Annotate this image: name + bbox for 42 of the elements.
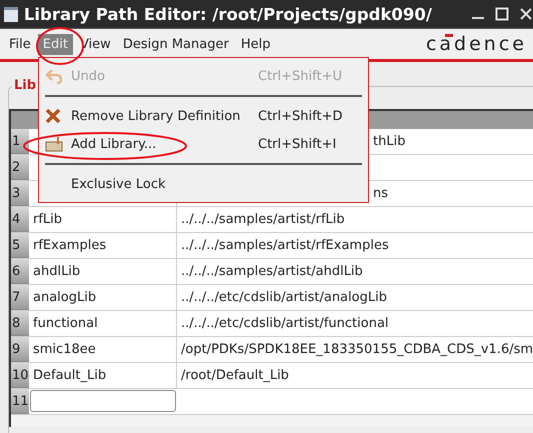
menu-item[interactable]: Design Manager [118, 34, 234, 54]
row-number: 4 [11, 207, 29, 232]
row-number: 1 [11, 129, 29, 154]
row-number: 10 [11, 363, 29, 388]
row-number: 3 [11, 181, 29, 206]
window-title: Library Path Editor: /root/Projects/gpdk090/ [24, 4, 433, 24]
row-number: 2 [11, 155, 29, 180]
table-cell: ../../../samples/artist/ahdlLib [181, 264, 363, 279]
menu-item[interactable]: File [4, 34, 36, 54]
table-cell: ../../../etc/cdslib/artist/analogLib [181, 290, 387, 305]
row-number: 6 [11, 259, 29, 284]
book-icon [45, 136, 63, 152]
row-number: 9 [11, 337, 29, 362]
cadence-logo: cadence [426, 33, 527, 55]
row-number: 5 [11, 233, 29, 258]
menu-item[interactable]: Help [236, 34, 276, 54]
table-cell: Default_Lib [33, 368, 106, 383]
table-cell: /opt/PDKs/SPDK18EE_183350155_CDBA_CDS_v1.6/sm [181, 342, 533, 357]
row-number: 7 [11, 285, 29, 310]
undo-icon [45, 68, 63, 84]
table-cell: functional [33, 316, 98, 331]
table-cell: ../../../etc/cdslib/artist/functional [181, 316, 389, 331]
row-number: 11 [11, 389, 29, 414]
window-icon [4, 6, 18, 22]
row-number: 8 [11, 311, 29, 336]
table-cell: ns [373, 186, 388, 201]
maximize-icon[interactable] [495, 7, 509, 21]
cross-icon [45, 108, 61, 124]
table-cell: rfLib [33, 212, 62, 227]
table-cell: ../../../samples/artist/rfLib [181, 212, 345, 227]
input-field[interactable] [30, 390, 176, 412]
table-cell: smic18ee [33, 342, 96, 357]
table-cell: rfExamples [33, 238, 106, 253]
menu-item[interactable]: Exclusive Lock [39, 170, 368, 198]
table-cell: thLib [373, 134, 406, 149]
table-cell: ahdlLib [33, 264, 80, 279]
table-cell: analogLib [33, 290, 96, 305]
table-cell: ../../../samples/artist/rfExamples [181, 238, 389, 253]
menu-item[interactable]: Add Library... Ctrl+Shift+I [39, 130, 368, 158]
table-cell: /root/Default_Lib [181, 368, 289, 383]
menu-item[interactable]: Remove Library Definition Ctrl+Shift+D [39, 102, 368, 130]
close-icon[interactable] [519, 7, 533, 21]
